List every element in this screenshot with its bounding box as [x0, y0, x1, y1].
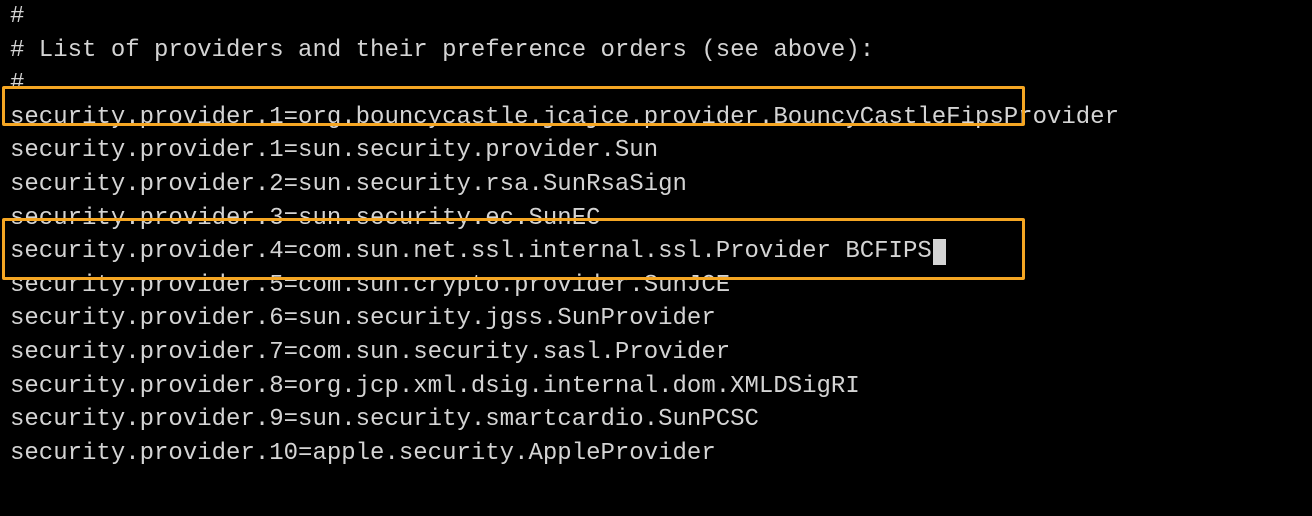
code-text: security.provider.1=org.bouncycastle.jca…: [10, 101, 1119, 135]
code-text: security.provider.4=com.sun.net.ssl.inte…: [10, 235, 932, 269]
code-text: #: [10, 0, 24, 34]
code-line: security.provider.1=org.bouncycastle.jca…: [10, 101, 1302, 135]
code-line: # List of providers and their preference…: [10, 34, 1302, 68]
code-line: security.provider.7=com.sun.security.sas…: [10, 336, 1302, 370]
code-line: security.provider.6=sun.security.jgss.Su…: [10, 302, 1302, 336]
text-cursor: [933, 239, 946, 265]
code-text: security.provider.7=com.sun.security.sas…: [10, 336, 730, 370]
code-text: security.provider.5=com.sun.crypto.provi…: [10, 269, 730, 303]
code-line: security.provider.5=com.sun.crypto.provi…: [10, 269, 1302, 303]
code-text: security.provider.3=sun.security.ec.SunE…: [10, 202, 601, 236]
code-text: security.provider.1=sun.security.provide…: [10, 134, 658, 168]
code-line: #: [10, 67, 1302, 101]
code-text: #: [10, 67, 24, 101]
code-line: security.provider.3=sun.security.ec.SunE…: [10, 202, 1302, 236]
code-container: # # List of providers and their preferen…: [0, 0, 1312, 470]
code-text: # List of providers and their preference…: [10, 34, 874, 68]
code-line: #: [10, 0, 1302, 34]
code-line: security.provider.10=apple.security.Appl…: [10, 437, 1302, 471]
code-line: security.provider.2=sun.security.rsa.Sun…: [10, 168, 1302, 202]
code-line: security.provider.8=org.jcp.xml.dsig.int…: [10, 370, 1302, 404]
code-text: security.provider.6=sun.security.jgss.Su…: [10, 302, 716, 336]
code-line: security.provider.4=com.sun.net.ssl.inte…: [10, 235, 1302, 269]
code-text: security.provider.8=org.jcp.xml.dsig.int…: [10, 370, 860, 404]
code-text: security.provider.10=apple.security.Appl…: [10, 437, 716, 471]
code-text: security.provider.2=sun.security.rsa.Sun…: [10, 168, 687, 202]
code-text: security.provider.9=sun.security.smartca…: [10, 403, 759, 437]
code-line: security.provider.9=sun.security.smartca…: [10, 403, 1302, 437]
code-line: security.provider.1=sun.security.provide…: [10, 134, 1302, 168]
